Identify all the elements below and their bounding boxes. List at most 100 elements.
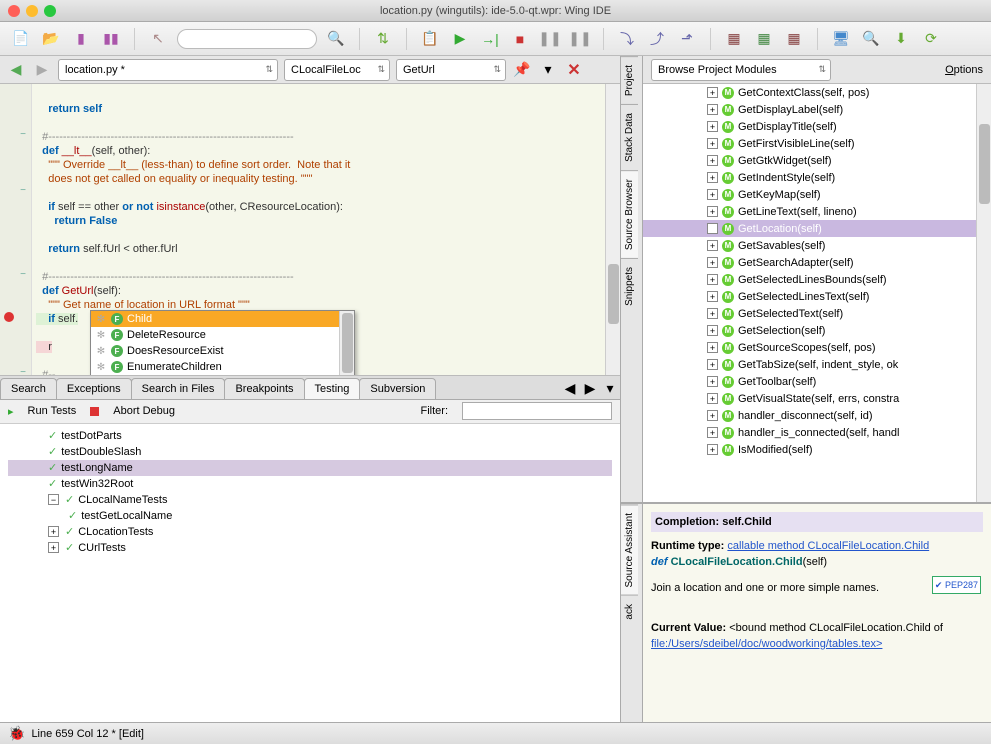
expand-icon[interactable]: + [707,104,718,115]
tree-method-item[interactable]: +MGetSavables(self) [643,237,991,254]
editor-scrollbar[interactable] [605,84,620,375]
new-file-icon[interactable]: 📄 [10,28,32,50]
test-item[interactable]: ✓testDoubleSlash [8,444,612,460]
expand-icon[interactable]: + [48,542,59,553]
expand-icon[interactable]: + [707,444,718,455]
bottom-tab[interactable]: Search [0,378,57,399]
tree-method-item[interactable]: +MGetDisplayLabel(self) [643,101,991,118]
tab-left-icon[interactable]: ◀ [560,379,580,399]
tree-scrollbar[interactable] [976,84,991,502]
fold-marker[interactable]: − [18,186,28,196]
autocomplete-item[interactable]: ✻FChild [91,311,354,327]
expand-icon[interactable]: + [707,291,718,302]
step-out-icon[interactable]: ⤴ [646,28,668,50]
tree-method-item[interactable]: +MGetTabSize(self, indent_style, ok [643,356,991,373]
expand-icon[interactable]: + [707,223,718,234]
tree-method-item[interactable]: +MGetToolbar(self) [643,373,991,390]
expand-icon[interactable]: + [707,87,718,98]
filter-input[interactable] [462,402,612,420]
vertical-tab[interactable]: Project [621,56,638,104]
breakpoint-marker[interactable] [4,312,14,322]
search-input[interactable] [177,29,317,49]
bottom-tab[interactable]: Breakpoints [224,378,304,399]
tree-method-item[interactable]: +MGetDisplayTitle(self) [643,118,991,135]
source-browser-tree[interactable]: +MGetContextClass(self, pos)+MGetDisplay… [643,84,991,502]
tree-method-item[interactable]: +Mhandler_disconnect(self, id) [643,407,991,424]
search-icon[interactable]: 🔍 [325,28,347,50]
expand-icon[interactable]: + [707,274,718,285]
tree-method-item[interactable]: +MGetGtkWidget(self) [643,152,991,169]
autocomplete-item[interactable]: ✻FDoesResourceExist [91,343,354,359]
expand-icon[interactable]: + [707,393,718,404]
menu-icon[interactable]: ▾ [538,60,558,80]
run-icon[interactable]: ▶ [449,28,471,50]
vertical-tab[interactable]: Source Browser [621,170,638,258]
replace-icon[interactable]: ⇅ [372,28,394,50]
tree-method-item[interactable]: +MGetSelection(self) [643,322,991,339]
abort-debug-button[interactable]: Abort Debug [113,405,175,417]
expand-icon[interactable]: + [707,427,718,438]
fold-marker[interactable]: − [18,270,28,280]
expand-icon[interactable]: + [707,359,718,370]
bottom-tab[interactable]: Testing [304,378,361,399]
browse-mode-selector[interactable]: Browse Project Modules [651,59,831,81]
nav-back-icon[interactable]: ◀ [6,60,26,80]
stop-icon[interactable]: ■ [509,28,531,50]
bp1-icon[interactable]: ▦ [723,28,745,50]
vertical-tab[interactable]: Snippets [621,258,638,314]
expand-icon[interactable]: + [707,410,718,421]
tree-method-item[interactable]: +MGetKeyMap(self) [643,186,991,203]
expand-icon[interactable]: + [707,121,718,132]
vertical-tab[interactable]: ack [621,595,638,628]
tree-method-item[interactable]: +MGetFirstVisibleLine(self) [643,135,991,152]
save-all-icon[interactable]: ▮▮ [100,28,122,50]
test-item[interactable]: ✓testGetLocalName [8,508,612,524]
autocomplete-item[interactable]: ✻FEnumerateFilesAndDirs [91,375,354,376]
autocomplete-popup[interactable]: ✻FChild✻FDeleteResource✻FDoesResourceExi… [90,310,355,376]
pin-icon[interactable]: 📌 [512,60,532,80]
expand-icon[interactable]: + [707,342,718,353]
expand-icon[interactable]: + [707,240,718,251]
close-window-button[interactable] [8,5,20,17]
tab-right-icon[interactable]: ▶ [580,379,600,399]
close-file-icon[interactable]: ✕ [564,60,584,80]
tree-method-item[interactable]: +Mhandler_is_connected(self, handl [643,424,991,441]
tree-method-item[interactable]: +MGetLineText(self, lineno) [643,203,991,220]
tree-method-item[interactable]: +MGetSelectedLinesBounds(self) [643,271,991,288]
bottom-tab[interactable]: Subversion [359,378,436,399]
goto-icon[interactable]: 📋 [419,28,441,50]
pointer-icon[interactable]: ↖ [147,28,169,50]
expand-icon[interactable]: + [707,308,718,319]
open-file-icon[interactable]: 📂 [40,28,62,50]
code-editor[interactable]: − − − − return self #-------------------… [0,84,620,376]
tree-method-item[interactable]: +MGetIndentStyle(self) [643,169,991,186]
expand-icon[interactable]: + [707,206,718,217]
expand-icon[interactable]: + [707,376,718,387]
tree-method-item[interactable]: +MGetLocation(self) [643,220,991,237]
bottom-tab[interactable]: Search in Files [131,378,226,399]
expand-icon[interactable]: + [48,526,59,537]
tree-method-item[interactable]: +MGetSearchAdapter(self) [643,254,991,271]
vertical-tab[interactable]: Source Assistant [621,504,638,595]
bp2-icon[interactable]: ▦ [753,28,775,50]
nav-fwd-icon[interactable]: ▶ [32,60,52,80]
sa-runtime-type-link[interactable]: callable method CLocalFileLocation.Child [727,540,929,552]
minimize-window-button[interactable] [26,5,38,17]
class-selector[interactable]: CLocalFileLoc [284,59,390,81]
sa-current-value-link[interactable]: file:/Users/sdeibel/doc/woodworking/tabl… [651,638,882,650]
tests-tree[interactable]: ✓testDotParts✓testDoubleSlash✓testLongNa… [0,424,620,723]
test-item[interactable]: −✓CLocalNameTests [8,492,612,508]
expand-icon[interactable]: + [707,189,718,200]
tree-method-item[interactable]: +MGetContextClass(self, pos) [643,84,991,101]
test-item[interactable]: +✓CUrlTests [8,540,612,556]
down-icon[interactable]: ⬇ [890,28,912,50]
expand-icon[interactable]: − [48,494,59,505]
zoom-window-button[interactable] [44,5,56,17]
tab-menu-icon[interactable]: ▾ [600,379,620,399]
test-item[interactable]: ✓testLongName [8,460,612,476]
vertical-tab[interactable]: Stack Data [621,104,638,170]
pause2-icon[interactable]: ❚❚ [569,28,591,50]
expand-icon[interactable]: + [707,257,718,268]
tree-method-item[interactable]: +MGetSelectedText(self) [643,305,991,322]
monitor-icon[interactable]: 🖥 [830,28,852,50]
